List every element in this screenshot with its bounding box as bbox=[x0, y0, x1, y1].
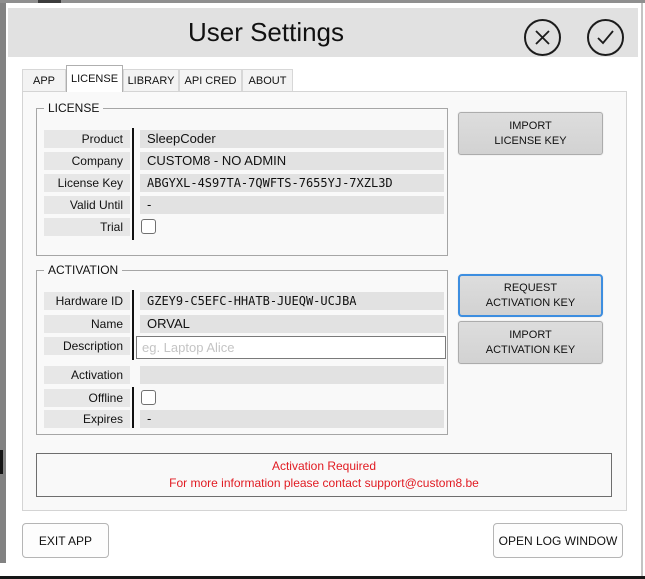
activation-rows-divider-upper bbox=[132, 290, 134, 360]
activation-rows-divider-lower bbox=[132, 387, 134, 428]
activation-warning-box: Activation Required For more information… bbox=[36, 453, 612, 497]
activation-label: Activation bbox=[44, 366, 130, 384]
activation-value bbox=[140, 366, 444, 384]
product-label: Product bbox=[44, 130, 130, 148]
activation-legend: ACTIVATION bbox=[44, 263, 122, 277]
open-log-window-button[interactable]: OPEN LOG WINDOW bbox=[493, 523, 623, 558]
import-license-key-button[interactable]: IMPORT LICENSE KEY bbox=[458, 112, 603, 155]
tab-app[interactable]: APP bbox=[22, 69, 66, 91]
license-rows-divider bbox=[132, 128, 134, 240]
tab-library[interactable]: LIBRARY bbox=[123, 69, 179, 91]
tab-api-cred[interactable]: API CRED bbox=[179, 69, 242, 91]
description-label: Description bbox=[44, 337, 130, 355]
offline-checkbox[interactable] bbox=[141, 390, 156, 405]
window-frame-left bbox=[0, 3, 6, 563]
name-label: Name bbox=[44, 315, 130, 333]
hardware-id-label: Hardware ID bbox=[44, 292, 130, 310]
license-legend: LICENSE bbox=[44, 101, 103, 115]
tab-license[interactable]: LICENSE bbox=[66, 65, 123, 92]
company-value: CUSTOM8 - NO ADMIN bbox=[140, 152, 444, 170]
request-activation-key-button[interactable]: REQUEST ACTIVATION KEY bbox=[458, 274, 603, 317]
window-frame-top-tab bbox=[38, 0, 61, 3]
description-input[interactable] bbox=[136, 336, 446, 359]
import-activation-key-button[interactable]: IMPORT ACTIVATION KEY bbox=[458, 321, 603, 364]
dialog-title: User Settings bbox=[8, 17, 524, 48]
product-value: SleepCoder bbox=[140, 130, 444, 148]
company-label: Company bbox=[44, 152, 130, 170]
trial-label: Trial bbox=[44, 218, 130, 236]
tab-about[interactable]: ABOUT bbox=[242, 69, 293, 91]
name-value: ORVAL bbox=[140, 315, 444, 333]
check-circle-icon bbox=[596, 30, 615, 45]
confirm-button[interactable] bbox=[587, 19, 624, 56]
activation-warning-detail: For more information please contact supp… bbox=[169, 475, 479, 492]
cancel-button[interactable] bbox=[524, 19, 561, 56]
x-circle-icon bbox=[534, 29, 551, 46]
activation-warning-title: Activation Required bbox=[272, 458, 376, 475]
offline-label: Offline bbox=[44, 389, 130, 407]
expires-label: Expires bbox=[44, 410, 130, 428]
license-key-value: ABGYXL-4S97TA-7QWFTS-7655YJ-7XZL3D bbox=[140, 174, 444, 192]
valid-until-label: Valid Until bbox=[44, 196, 130, 214]
exit-app-button[interactable]: EXIT APP bbox=[22, 523, 109, 558]
window-frame-top bbox=[0, 0, 645, 3]
window-frame-right bbox=[641, 3, 643, 576]
trial-checkbox[interactable] bbox=[141, 219, 156, 234]
expires-value: - bbox=[140, 410, 444, 428]
hardware-id-value: GZEY9-C5EFC-HHATB-JUEQW-UCJBA bbox=[140, 292, 444, 310]
valid-until-value: - bbox=[140, 196, 444, 214]
window-frame-left-notch bbox=[0, 450, 3, 474]
license-key-label: License Key bbox=[44, 174, 130, 192]
